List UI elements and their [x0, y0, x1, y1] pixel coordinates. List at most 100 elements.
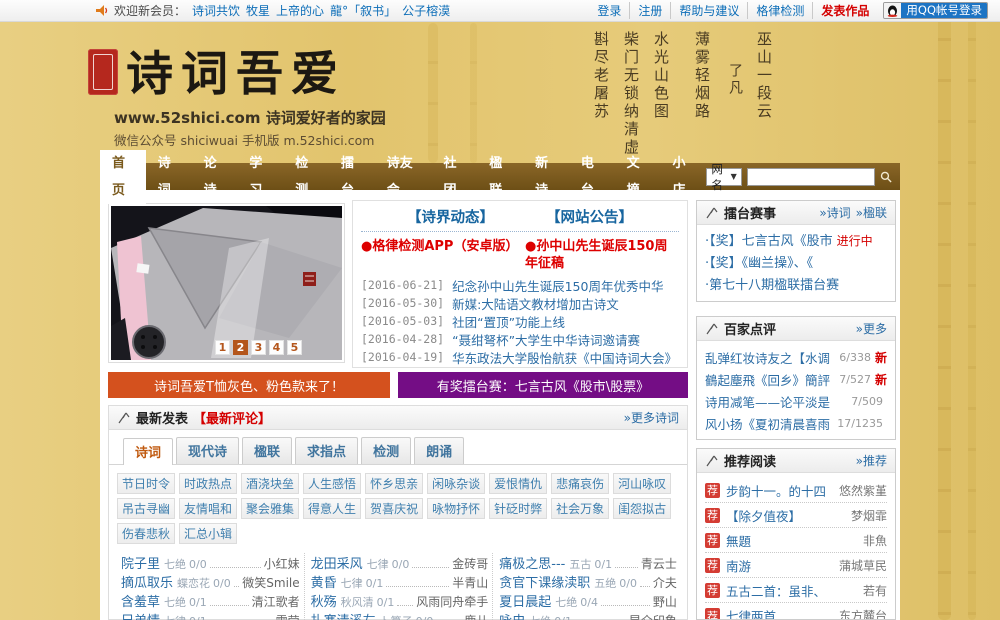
- review-title-link[interactable]: 乱弹红妆诗友之【水调: [705, 348, 835, 367]
- category-tag[interactable]: 伤春悲秋: [117, 523, 176, 544]
- category-tag[interactable]: 怀乡思亲: [365, 473, 424, 494]
- arena-item[interactable]: ·第七十八期楹联擂台赛: [705, 274, 887, 296]
- poem-title-link[interactable]: 龙田采风: [311, 553, 363, 572]
- poem-author-link[interactable]: 雪莹: [276, 612, 300, 620]
- category-tag[interactable]: 闺怨拟古: [613, 498, 672, 519]
- recommend-author-link[interactable]: 蒲城草民: [839, 557, 887, 574]
- nav-item-poetry[interactable]: 诗词: [146, 150, 192, 204]
- poem-title-link[interactable]: 兄弟情: [121, 610, 160, 620]
- tab-poetry-news[interactable]: 【诗界动态】: [407, 206, 494, 227]
- tab-modern-poetry[interactable]: 现代诗: [176, 437, 240, 464]
- poem-title-link[interactable]: 咏史: [499, 610, 525, 620]
- category-tag[interactable]: 河山咏叹: [613, 473, 672, 494]
- arena-item[interactable]: ·【奖】《幽兰操》、《: [705, 252, 887, 274]
- reviews-more-link[interactable]: »更多: [856, 320, 887, 337]
- category-tag[interactable]: 针砭时弊: [489, 498, 548, 519]
- recommend-title-link[interactable]: 南游: [726, 556, 833, 575]
- carousel-page-button-active[interactable]: 2: [233, 340, 248, 355]
- news-title-link[interactable]: 华东政法大学殷怡航获《中国诗词大会》: [452, 348, 677, 366]
- new-member-link[interactable]: 公子榕漠: [402, 2, 450, 19]
- poem-author-link[interactable]: 金砖哥: [452, 555, 488, 572]
- search-input[interactable]: [746, 167, 875, 186]
- poem-author-link[interactable]: 青云士: [641, 555, 677, 572]
- arena-poetry-link[interactable]: »诗词: [819, 204, 850, 221]
- poem-author-link[interactable]: 鹿儿: [464, 612, 488, 620]
- search-scope-select[interactable]: 网名 ▼: [706, 162, 742, 192]
- poem-title-link[interactable]: 摘瓜取乐: [121, 572, 173, 591]
- carousel-page-button[interactable]: 5: [287, 340, 302, 355]
- poem-author-link[interactable]: 昆仑印象: [629, 612, 677, 620]
- nav-item-newpoetry[interactable]: 新诗: [523, 150, 569, 204]
- qq-login-button[interactable]: 用QQ帐号登录: [883, 2, 988, 19]
- poem-author-link[interactable]: 野山: [653, 593, 677, 610]
- tab-couplets[interactable]: 楹联: [242, 437, 293, 464]
- search-icon[interactable]: [880, 169, 892, 185]
- nav-item-clubs[interactable]: 社团: [431, 150, 477, 204]
- new-member-link[interactable]: 上帝的心: [276, 2, 324, 19]
- tab-poetry[interactable]: 诗词: [123, 438, 174, 465]
- nav-item-check[interactable]: 检测: [283, 150, 329, 204]
- tab-recite[interactable]: 朗诵: [414, 437, 465, 464]
- poem-author-link[interactable]: 小红妹: [264, 555, 300, 572]
- nav-item-shop[interactable]: 小店: [660, 150, 706, 204]
- tab-site-announcements[interactable]: 【网站公告】: [546, 206, 633, 227]
- recommend-more-link[interactable]: »推荐: [856, 452, 887, 469]
- arena-item[interactable]: ·【奖】七言古风《股市 进行中: [705, 230, 887, 252]
- category-tag[interactable]: 闲咏杂谈: [427, 473, 486, 494]
- category-tag[interactable]: 人生感悟: [303, 473, 362, 494]
- more-poems-link[interactable]: »更多诗词: [624, 409, 679, 426]
- news-title-link[interactable]: “聂绀弩杯”大学生中华诗词邀请赛: [452, 330, 640, 348]
- recommend-author-link[interactable]: 悠然紫堇: [839, 482, 887, 499]
- news-title-link[interactable]: 社团“置顶”功能上线: [452, 312, 565, 330]
- poem-title-link[interactable]: 夏日晨起: [499, 591, 551, 610]
- nav-item-learn[interactable]: 学习: [237, 150, 283, 204]
- category-tag[interactable]: 友情唱和: [179, 498, 238, 519]
- site-logo[interactable]: 诗词吾爱: [126, 35, 346, 104]
- promo-carousel[interactable]: 1 2 3 4 5: [108, 203, 345, 363]
- category-tag[interactable]: 聚会雅集: [241, 498, 300, 519]
- poem-title-link[interactable]: 痛极之思---: [499, 553, 565, 572]
- new-member-link[interactable]: 龍°「叙书」: [330, 2, 396, 19]
- carousel-page-button[interactable]: 3: [251, 340, 266, 355]
- nav-item-digest[interactable]: 文摘: [615, 150, 661, 204]
- publish-work-link[interactable]: 发表作品: [813, 2, 877, 19]
- poem-title-link[interactable]: 秋殇: [311, 591, 337, 610]
- nav-item-couplets[interactable]: 楹联: [477, 150, 523, 204]
- category-tag[interactable]: 汇总小辑: [179, 523, 238, 544]
- contest-promo-banner[interactable]: 有奖擂台赛：七言古风《股市\股票》: [398, 372, 688, 398]
- category-tag[interactable]: 社会万象: [551, 498, 610, 519]
- review-title-link[interactable]: 鶴起塵飛《回乡》簡評: [705, 370, 835, 389]
- latest-comments-link[interactable]: 【最新评论】: [193, 408, 271, 427]
- nav-item-radio[interactable]: 电台: [569, 150, 615, 204]
- carousel-page-button[interactable]: 4: [269, 340, 284, 355]
- new-member-link[interactable]: 诗词共饮: [192, 2, 240, 19]
- featured-announcement-link[interactable]: ●格律检测APP（安卓版）: [361, 238, 518, 272]
- category-tag[interactable]: 得意人生: [303, 498, 362, 519]
- nav-item-friends[interactable]: 诗友会: [375, 150, 432, 204]
- category-tag[interactable]: 咏物抒怀: [427, 498, 486, 519]
- category-tag[interactable]: 吊古寻幽: [117, 498, 176, 519]
- poem-title-link[interactable]: 院子里: [121, 553, 160, 572]
- poem-author-link[interactable]: 清江歌者: [252, 593, 300, 610]
- category-tag[interactable]: 贺喜庆祝: [365, 498, 424, 519]
- tab-seek-advice[interactable]: 求指点: [295, 437, 359, 464]
- poem-title-link[interactable]: 贪官下课缘渎职: [499, 572, 590, 591]
- recommend-title-link[interactable]: 五古二首：虽非、: [726, 581, 857, 600]
- featured-announcement-link[interactable]: ●孙中山先生诞辰150周年征稿: [525, 238, 679, 272]
- news-title-link[interactable]: 纪念孙中山先生诞辰150周年优秀中华: [452, 276, 663, 294]
- poem-title-link[interactable]: 黄昏: [311, 572, 337, 591]
- metre-check-link[interactable]: 格律检测: [748, 2, 814, 19]
- poem-title-link[interactable]: 含羞草: [121, 591, 160, 610]
- category-tag[interactable]: 时政热点: [179, 473, 238, 494]
- category-tag[interactable]: 爱恨情仇: [489, 473, 548, 494]
- poem-author-link[interactable]: 风雨同舟牵手: [416, 593, 488, 610]
- help-link[interactable]: 帮助与建议: [671, 2, 749, 19]
- poem-author-link[interactable]: 半青山: [452, 574, 488, 591]
- arena-couplet-link[interactable]: »楹联: [856, 204, 887, 221]
- nav-item-arena[interactable]: 擂台: [329, 150, 375, 204]
- poem-author-link[interactable]: 介夫: [653, 574, 677, 591]
- recommend-author-link[interactable]: 若有: [863, 582, 887, 599]
- tab-check[interactable]: 检测: [361, 437, 412, 464]
- carousel-page-button[interactable]: 1: [215, 340, 230, 355]
- login-link[interactable]: 登录: [589, 2, 631, 19]
